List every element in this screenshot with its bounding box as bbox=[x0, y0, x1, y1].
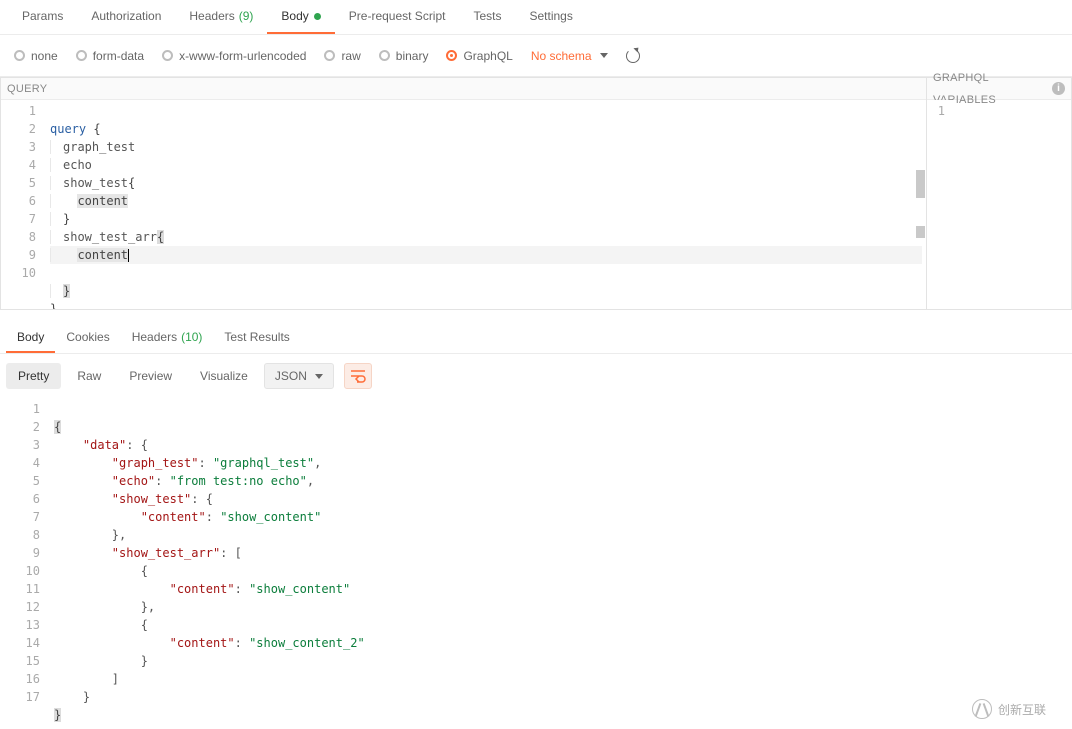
resp-tab-body[interactable]: Body bbox=[6, 322, 55, 353]
body-type-urlencoded[interactable]: x-www-form-urlencoded bbox=[162, 49, 306, 63]
body-type-binary[interactable]: binary bbox=[379, 49, 429, 63]
resp-tab-results[interactable]: Test Results bbox=[213, 322, 300, 353]
radio-icon bbox=[324, 50, 335, 61]
tab-prerequest[interactable]: Pre-request Script bbox=[335, 0, 460, 34]
variables-gutter: 1 bbox=[927, 100, 955, 309]
radio-icon bbox=[14, 50, 25, 61]
response-code[interactable]: { "data": { "graph_test": "graphql_test"… bbox=[50, 398, 1072, 726]
wrap-lines-button[interactable] bbox=[344, 363, 372, 389]
body-type-raw[interactable]: raw bbox=[324, 49, 360, 63]
tab-body[interactable]: Body bbox=[267, 0, 334, 34]
response-gutter: 1234567891011121314151617 bbox=[0, 398, 50, 726]
schema-dropdown[interactable]: No schema bbox=[531, 49, 608, 63]
watermark: 创新互联 bbox=[966, 695, 1066, 723]
query-header: QUERY bbox=[1, 78, 926, 100]
radio-icon bbox=[76, 50, 87, 61]
watermark-logo-icon bbox=[972, 699, 992, 719]
resp-tab-headers[interactable]: Headers(10) bbox=[121, 322, 214, 353]
query-gutter: 1 2 3 4 5 6 7 8 9 10 bbox=[1, 100, 46, 309]
body-type-none[interactable]: none bbox=[14, 49, 58, 63]
tab-headers[interactable]: Headers(9) bbox=[175, 0, 267, 34]
body-type-row: none form-data x-www-form-urlencoded raw… bbox=[0, 35, 1072, 77]
response-body[interactable]: 1234567891011121314151617 { "data": { "g… bbox=[0, 398, 1072, 726]
variables-header: GRAPHQL VARIABLES i bbox=[927, 78, 1071, 100]
graphql-editors: QUERY 1 2 3 4 5 6 7 8 9 10 query { graph… bbox=[0, 77, 1072, 310]
mode-visualize[interactable]: Visualize bbox=[188, 363, 260, 389]
query-pane: QUERY 1 2 3 4 5 6 7 8 9 10 query { graph… bbox=[0, 77, 927, 310]
chevron-down-icon bbox=[600, 53, 608, 58]
format-select[interactable]: JSON bbox=[264, 363, 334, 389]
scrollbar[interactable] bbox=[916, 170, 925, 198]
response-toolbar: Pretty Raw Preview Visualize JSON bbox=[0, 354, 1072, 398]
request-tabs: Params Authorization Headers(9) Body Pre… bbox=[0, 0, 1072, 35]
variables-pane: GRAPHQL VARIABLES i 1 bbox=[927, 77, 1072, 310]
chevron-down-icon bbox=[315, 374, 323, 379]
tab-settings[interactable]: Settings bbox=[516, 0, 587, 34]
variables-editor[interactable]: 1 bbox=[927, 100, 1071, 309]
refresh-icon[interactable] bbox=[626, 49, 640, 63]
response-tabs: Body Cookies Headers(10) Test Results bbox=[0, 322, 1072, 354]
radio-icon bbox=[446, 50, 457, 61]
tab-authorization[interactable]: Authorization bbox=[77, 0, 175, 34]
mode-raw[interactable]: Raw bbox=[65, 363, 113, 389]
headers-count: (9) bbox=[239, 9, 254, 23]
tab-tests[interactable]: Tests bbox=[459, 0, 515, 34]
body-type-formdata[interactable]: form-data bbox=[76, 49, 144, 63]
body-modified-dot bbox=[314, 13, 321, 20]
resp-headers-count: (10) bbox=[181, 330, 202, 344]
mode-preview[interactable]: Preview bbox=[117, 363, 184, 389]
radio-icon bbox=[379, 50, 390, 61]
mode-pretty[interactable]: Pretty bbox=[6, 363, 61, 389]
info-icon[interactable]: i bbox=[1052, 82, 1065, 95]
variables-code[interactable] bbox=[955, 100, 1071, 309]
body-type-graphql[interactable]: GraphQL bbox=[446, 49, 512, 63]
radio-icon bbox=[162, 50, 173, 61]
resp-tab-cookies[interactable]: Cookies bbox=[55, 322, 120, 353]
query-editor[interactable]: 1 2 3 4 5 6 7 8 9 10 query { graph_test … bbox=[1, 100, 926, 309]
scrollbar[interactable] bbox=[916, 226, 925, 238]
tab-params[interactable]: Params bbox=[8, 0, 77, 34]
query-code[interactable]: query { graph_test echo show_test{ conte… bbox=[46, 100, 926, 309]
